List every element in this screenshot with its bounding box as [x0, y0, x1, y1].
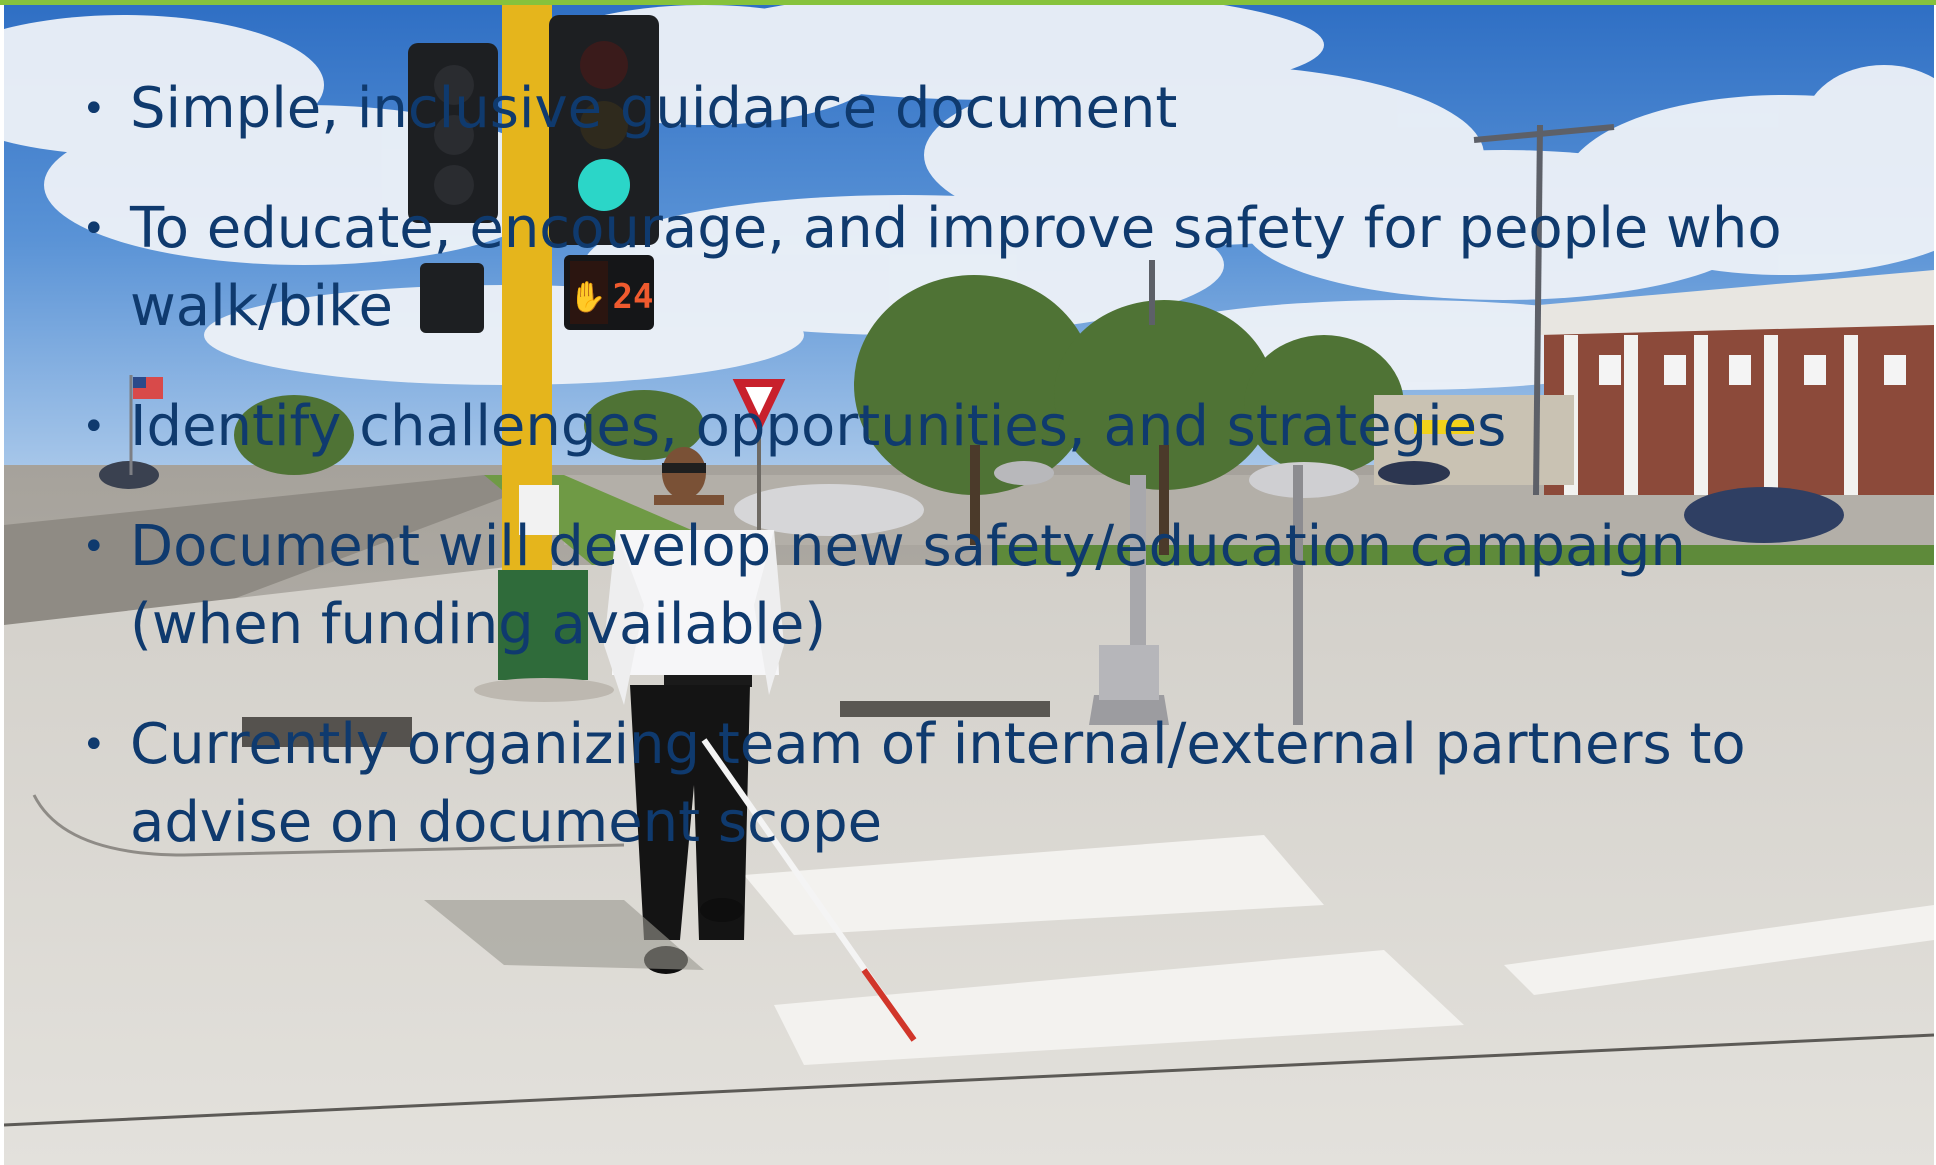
bullet-text: Document will develop new safety/educati… — [130, 514, 1686, 657]
bullet-item: • Document will develop new safety/educa… — [80, 508, 1860, 664]
bullet-text: Identify challenges, opportunities, and … — [130, 394, 1507, 459]
bullet-glyph: • — [82, 206, 106, 252]
bullet-text: To educate, encourage, and improve safet… — [130, 196, 1782, 339]
bullet-text: Simple, inclusive guidance document — [130, 76, 1178, 141]
bullet-glyph: • — [82, 86, 106, 132]
bullet-glyph: • — [82, 722, 106, 768]
bullet-list: • Simple, inclusive guidance document • … — [80, 70, 1860, 862]
bullet-glyph: • — [82, 404, 106, 450]
bullet-text: Currently organizing team of internal/ex… — [130, 712, 1746, 855]
frame-edge — [0, 0, 4, 1165]
bullet-item: • Simple, inclusive guidance document — [80, 70, 1860, 148]
accent-bar — [0, 0, 1936, 5]
bullet-glyph: • — [82, 524, 106, 570]
bullet-item: • To educate, encourage, and improve saf… — [80, 190, 1860, 346]
bullet-item: • Currently organizing team of internal/… — [80, 706, 1860, 862]
bullet-item: • Identify challenges, opportunities, an… — [80, 388, 1860, 466]
